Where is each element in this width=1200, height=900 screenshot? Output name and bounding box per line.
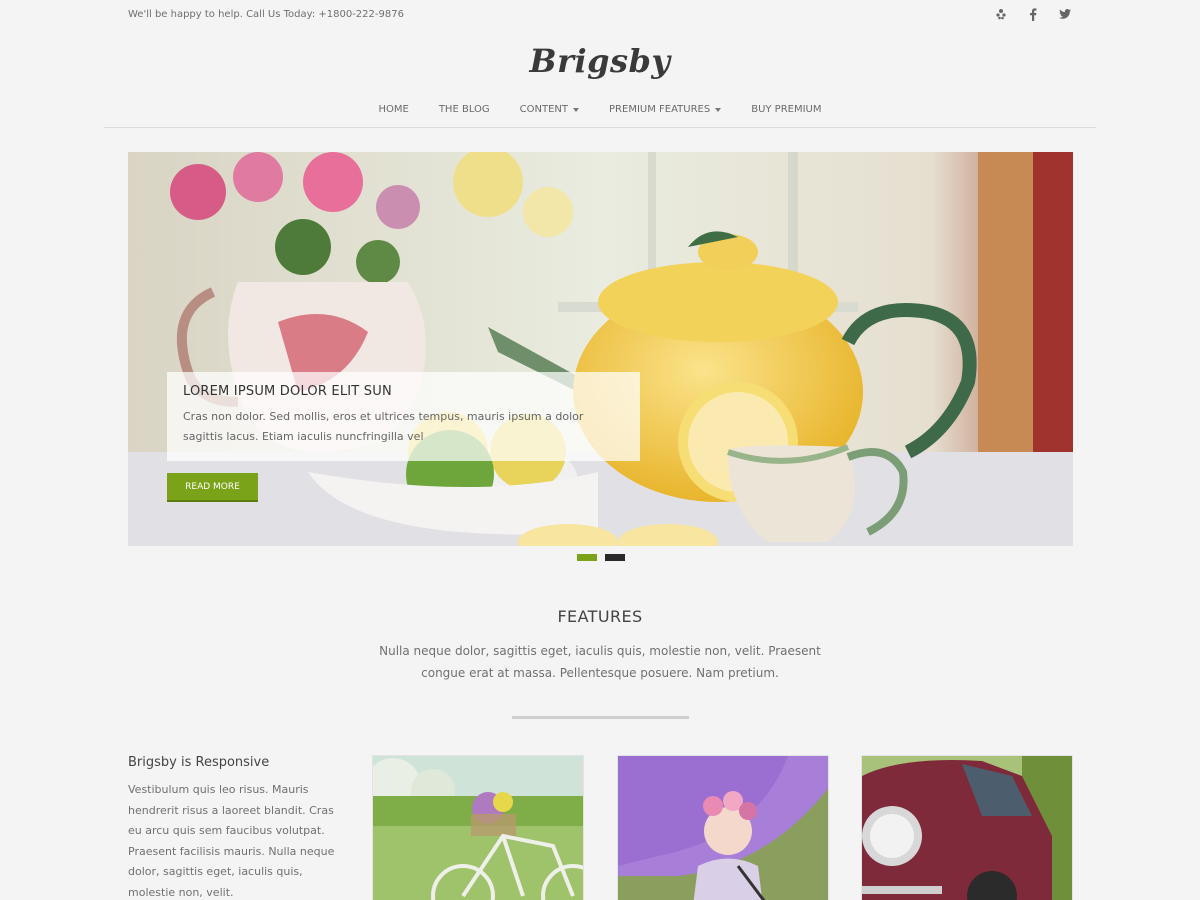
caret-down-icon [573, 107, 580, 112]
nav-label: BUY PREMIUM [751, 104, 822, 115]
features-divider [512, 716, 689, 719]
nav-item-content[interactable]: CONTENT [519, 104, 580, 115]
slider-pagination [577, 554, 625, 561]
slide-caption: LOREM IPSUM DOLOR ELIT SUN Cras non dolo… [167, 372, 640, 461]
feature-image-umbrella-girl[interactable] [617, 755, 829, 900]
facebook-icon[interactable] [1026, 6, 1040, 22]
caret-down-icon [715, 107, 722, 112]
nav-item-buy-premium[interactable]: BUY PREMIUM [751, 104, 821, 115]
nav-item-the-blog[interactable]: THE BLOG [439, 104, 490, 115]
top-bar: We'll be happy to help. Call Us Today: +… [128, 0, 1072, 30]
feature-image-bicycle[interactable] [372, 755, 584, 900]
twitter-icon[interactable] [1058, 6, 1072, 22]
feature-body: Vestibulum quis leo risus. Mauris hendre… [128, 783, 335, 899]
read-more-button[interactable]: READ MORE [167, 473, 258, 502]
feature-title: Brigsby is Responsive [128, 755, 270, 770]
hero-image [128, 152, 1073, 546]
nav-divider [104, 127, 1096, 128]
slide-dot-2[interactable] [605, 554, 625, 561]
site-logo[interactable]: Brigsby [0, 42, 1200, 80]
help-text: We'll be happy to help. Call Us Today: +… [128, 9, 404, 20]
nav-label: PREMIUM FEATURES [609, 104, 711, 115]
feature-image-vintage-car[interactable] [861, 755, 1073, 900]
main-nav: HOME THE BLOG CONTENT PREMIUM FEATURES B… [0, 104, 1200, 115]
slide-dot-1[interactable] [577, 554, 597, 561]
yelp-icon[interactable] [994, 6, 1008, 22]
hero-slider: LOREM IPSUM DOLOR ELIT SUN Cras non dolo… [128, 152, 1073, 546]
slide-text: Cras non dolor. Sed mollis, eros et ultr… [183, 410, 584, 443]
nav-label: THE BLOG [438, 104, 490, 115]
slide-title: LOREM IPSUM DOLOR ELIT SUN [183, 384, 392, 399]
features-title: FEATURES [557, 607, 643, 626]
social-links [994, 6, 1072, 22]
feature-text-column: Brigsby is Responsive Vestibulum quis le… [128, 755, 343, 900]
nav-item-premium-features[interactable]: PREMIUM FEATURES [609, 104, 722, 115]
nav-item-home[interactable]: HOME [378, 104, 408, 115]
nav-label: CONTENT [519, 104, 569, 115]
nav-label: HOME [378, 104, 409, 115]
features-description: Nulla neque dolor, sagittis eget, iaculi… [379, 644, 821, 680]
